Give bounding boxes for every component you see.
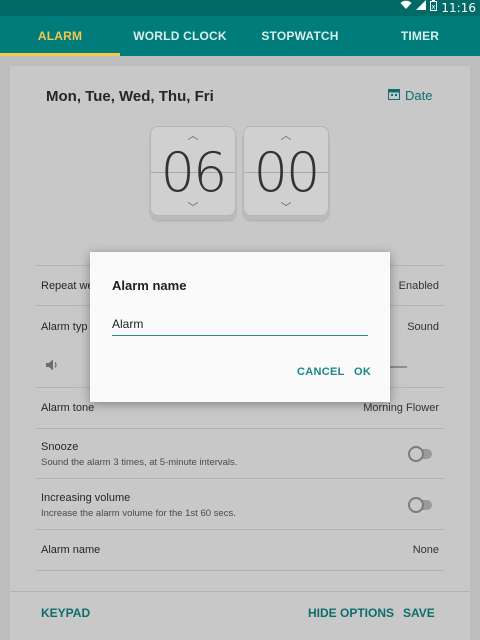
tab-timer[interactable]: TIMER [360,16,480,56]
minute-down-icon[interactable]: ﹀ [244,199,328,215]
minute-picker[interactable]: ︿ 00 ﹀ [243,126,329,216]
calendar-icon [388,88,400,103]
status-bar: x 11:16 [0,0,480,16]
snooze-row[interactable]: Snooze Sound the alarm 3 times, at 5-min… [36,428,444,478]
volume-slider-track[interactable] [390,366,407,368]
increasing-volume-label: Increasing volume [41,492,131,504]
repeat-value: Enabled [398,280,439,292]
tab-bar: ALARM WORLD CLOCK STOPWATCH TIMER [0,16,480,56]
alarm-type-value: Sound [407,321,439,333]
hour-value: 06 [160,141,228,204]
hour-picker[interactable]: ︿ 06 ﹀ [150,126,236,216]
alarm-name-row[interactable]: Alarm name None [36,529,444,570]
ok-button[interactable]: OK [354,366,371,378]
alarm-name-value: None [412,544,439,556]
increasing-volume-row[interactable]: Increasing volume Increase the alarm vol… [36,478,444,529]
repeat-days[interactable]: Mon, Tue, Wed, Thu, Fri [46,88,214,105]
minute-value: 00 [253,141,321,204]
alarm-name-dialog: Alarm name CANCEL OK [90,252,390,402]
alarm-tone-label: Alarm tone [41,402,95,414]
tab-world-clock[interactable]: WORLD CLOCK [120,16,240,56]
keypad-button[interactable]: KEYPAD [41,606,90,620]
hour-down-icon[interactable]: ﹀ [151,199,235,215]
dialog-title: Alarm name [112,278,187,293]
divider [36,570,444,571]
date-button[interactable]: Date [388,88,432,103]
hide-options-button[interactable]: HIDE OPTIONS [308,606,394,620]
alarm-name-input[interactable] [112,312,368,336]
date-label: Date [405,88,433,103]
snooze-label: Snooze [41,441,79,453]
cancel-button[interactable]: CANCEL [297,366,345,378]
volume-icon [46,359,60,374]
tab-alarm[interactable]: ALARM [0,16,120,56]
alarm-name-label: Alarm name [41,544,101,556]
signal-icon [416,0,427,16]
repeat-label: Repeat we [41,280,94,292]
save-button[interactable]: SAVE [403,606,435,620]
status-time: 11:16 [441,1,476,15]
increasing-volume-toggle[interactable] [408,497,432,513]
increasing-volume-description: Increase the alarm volume for the 1st 60… [41,508,236,519]
battery-icon: x [430,0,438,17]
snooze-description: Sound the alarm 3 times, at 5-minute int… [41,457,238,468]
tab-stopwatch[interactable]: STOPWATCH [240,16,360,56]
bottom-action-bar: KEYPAD HIDE OPTIONS SAVE [10,591,470,631]
snooze-toggle[interactable] [408,446,432,462]
svg-text:x: x [432,3,436,11]
alarm-tone-value: Morning Flower [363,402,439,414]
wifi-icon [400,0,412,16]
alarm-type-label: Alarm typ [41,321,88,333]
